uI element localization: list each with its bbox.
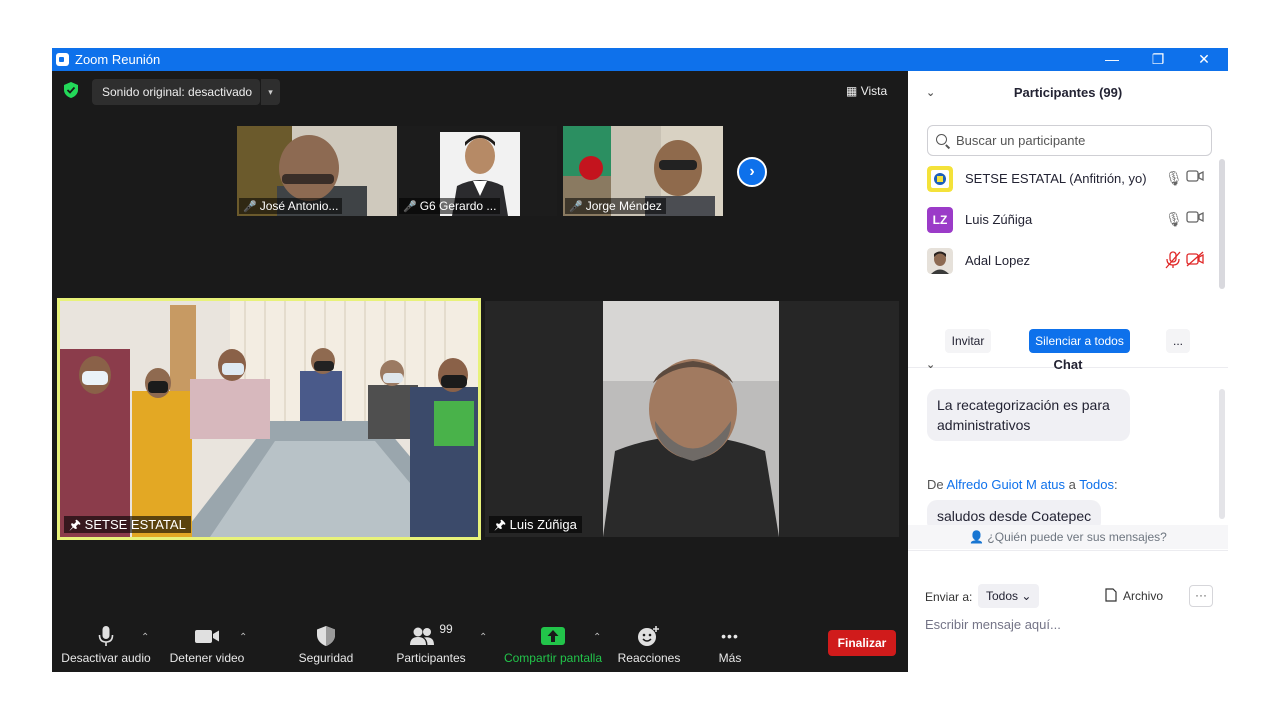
original-sound-button[interactable]: Sonido original: desactivado — [92, 79, 260, 105]
participant-row[interactable]: Adal Lopez — [927, 246, 1207, 274]
pin-icon: 🖈 — [494, 517, 507, 532]
chat-header: ⌄ Chat — [908, 343, 1228, 383]
original-sound-caret[interactable]: ▾ — [260, 79, 280, 105]
more-button[interactable]: ••• Más — [706, 624, 754, 665]
participants-icon — [410, 627, 435, 645]
restore-button[interactable]: ❐ — [1135, 48, 1181, 71]
video-off-icon[interactable] — [1186, 251, 1204, 267]
microphone-icon[interactable]: 🎙 — [1165, 211, 1183, 228]
chat-more-button[interactable]: ··· — [1189, 585, 1213, 607]
participants-title: Participantes (99) — [1013, 85, 1123, 100]
tile-name-tag: 🖈 SETSE ESTATAL — [64, 516, 191, 533]
share-screen-button[interactable]: Compartir pantalla — [502, 624, 604, 665]
participants-header: ⌄ Participantes (99) — [908, 71, 1228, 111]
send-to-label: Enviar a: — [925, 590, 973, 604]
video-tile[interactable]: 🖈 Luis Zúñiga — [485, 301, 899, 537]
avatar — [927, 248, 953, 274]
mic-muted-icon: 🎤 — [569, 201, 583, 213]
thumbnail-name-tag: 🎤 José Antonio... — [239, 198, 343, 214]
file-icon — [1105, 588, 1117, 602]
video-options-caret[interactable]: ⌃ — [239, 632, 247, 643]
microphone-icon — [98, 626, 114, 646]
tile-name-tag: 🖈 Luis Zúñiga — [489, 516, 582, 533]
share-screen-icon — [541, 627, 565, 645]
more-dots-icon: ••• — [721, 628, 739, 644]
video-thumbnail[interactable]: 🎤 José Antonio... — [237, 126, 397, 216]
end-meeting-button[interactable]: Finalizar — [828, 630, 896, 656]
search-icon — [936, 134, 947, 145]
zoom-logo-icon — [56, 53, 69, 66]
video-thumbnail[interactable]: 🎤 G6 Gerardo ... — [397, 126, 557, 216]
side-panel: ⌄ Participantes (99) Buscar un participa… — [908, 71, 1228, 672]
chat-scrollbar[interactable] — [1219, 389, 1225, 519]
send-to-dropdown[interactable]: Todos ⌄ — [978, 584, 1040, 608]
video-camera-icon[interactable] — [1186, 211, 1204, 223]
mic-muted-icon: 🎤 — [243, 201, 257, 213]
meeting-area: Sonido original: desactivado ▾ ▦ Vista 🎤… — [52, 71, 908, 672]
grid-view-icon: ▦ — [846, 84, 858, 98]
window-title: Zoom Reunión — [75, 52, 161, 67]
participant-video — [485, 301, 899, 537]
participants-scrollbar[interactable] — [1219, 159, 1225, 289]
participant-row[interactable]: SETSE ESTATAL (Anfitrión, yo) 🎙 — [927, 164, 1207, 192]
mute-audio-button[interactable]: Desactivar audio — [60, 624, 152, 665]
reactions-button[interactable]: Reacciones — [615, 624, 683, 665]
view-button[interactable]: ▦ Vista — [846, 79, 902, 103]
stop-video-button[interactable]: Detener video — [164, 624, 250, 665]
video-thumbnail[interactable]: 🎤 Jorge Méndez — [563, 126, 723, 216]
video-tile-active-speaker[interactable]: 🖈 SETSE ESTATAL — [57, 298, 481, 540]
thumbnail-name-tag: 🎤 Jorge Méndez — [565, 198, 666, 214]
share-options-caret[interactable]: ⌃ — [593, 632, 601, 643]
meeting-toolbar: Desactivar audio ⌃ Detener video ⌃ Segur… — [52, 618, 908, 672]
encryption-shield-icon[interactable] — [63, 81, 79, 99]
participants-options-caret[interactable]: ⌃ — [479, 632, 487, 643]
close-button[interactable]: ✕ — [1181, 48, 1227, 71]
thumbnail-name-tag: 🎤 G6 Gerardo ... — [399, 198, 501, 214]
avatar — [927, 166, 953, 192]
security-button[interactable]: Seguridad — [292, 624, 360, 665]
microphone-icon[interactable]: 🎙 — [1165, 170, 1183, 187]
audio-options-caret[interactable]: ⌃ — [141, 632, 149, 643]
collapse-participants-icon[interactable]: ⌄ — [926, 71, 935, 115]
video-camera-icon — [195, 630, 219, 643]
chevron-down-icon: ⌄ — [1021, 589, 1032, 603]
participants-count: 99 — [439, 622, 453, 636]
participant-row[interactable]: LZ Luis Zúñiga 🎙 — [927, 205, 1207, 233]
who-can-see-messages[interactable]: 👤 ¿Quién puede ver sus mensajes? — [908, 525, 1228, 549]
participant-video — [60, 301, 478, 537]
divider — [908, 550, 1228, 551]
zoom-window: Zoom Reunión — ❐ ✕ Sonido original: desa… — [52, 48, 1228, 672]
avatar: LZ — [927, 207, 953, 233]
minimize-button[interactable]: — — [1089, 48, 1135, 71]
mic-muted-icon[interactable] — [1165, 251, 1181, 269]
chat-message-input[interactable]: Escribir mensaje aquí... — [925, 617, 1061, 632]
chat-title: Chat — [1053, 357, 1083, 372]
security-shield-icon — [317, 626, 335, 646]
collapse-chat-icon[interactable]: ⌄ — [926, 343, 935, 387]
title-bar: Zoom Reunión — ❐ ✕ — [52, 48, 1228, 71]
reactions-emoji-icon — [638, 626, 659, 646]
next-page-arrow-icon[interactable]: › — [737, 157, 767, 187]
video-camera-icon[interactable] — [1186, 170, 1204, 182]
person-icon: 👤 — [969, 530, 985, 544]
mic-muted-icon: 🎤 — [403, 201, 417, 213]
file-button[interactable]: Archivo — [1105, 588, 1163, 603]
participant-search-input[interactable]: Buscar un participante — [927, 125, 1212, 156]
chat-message-sender: De Alfredo Guiot M atus a Todos: — [927, 477, 1118, 492]
pin-icon: 🖈 — [69, 517, 82, 532]
view-label: Vista — [860, 84, 888, 98]
chat-message: La recategorización es para administrati… — [927, 389, 1130, 441]
participants-button[interactable]: 99 Participantes — [394, 622, 468, 665]
